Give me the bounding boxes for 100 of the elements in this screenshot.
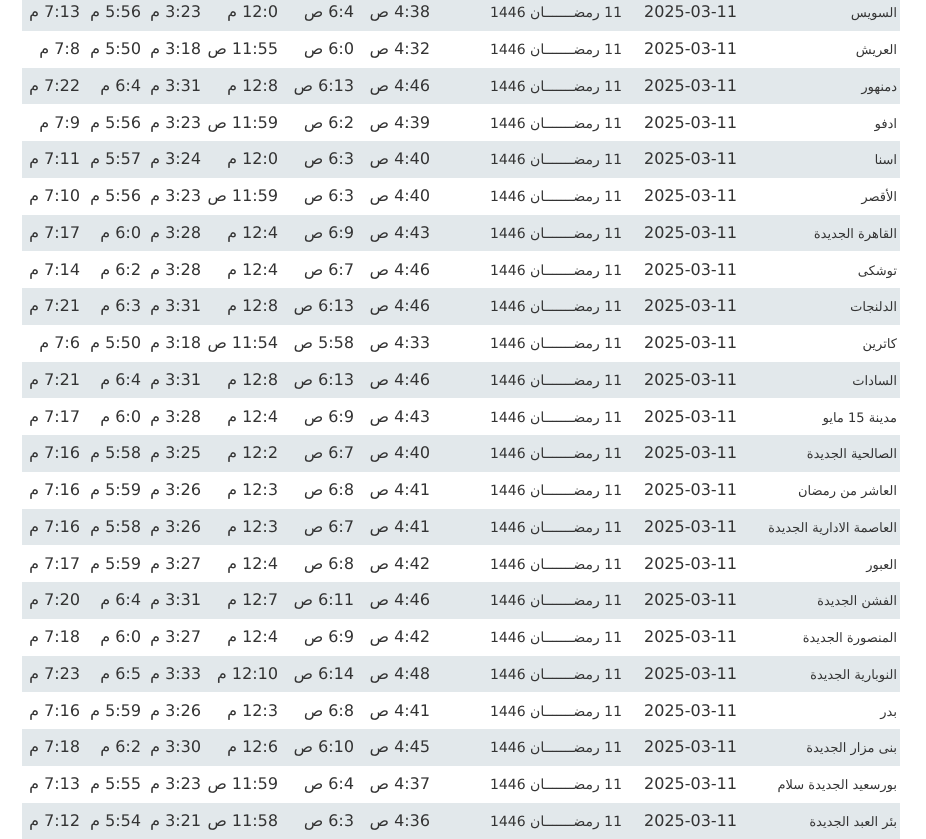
table-cell: 4:46 ص (370, 260, 430, 279)
table-cell: 11 رمضـــــــان 1446 (490, 704, 622, 720)
table-cell: المنصورة الجديدة (802, 631, 897, 646)
table-cell: 7:22 م (29, 76, 80, 95)
table-cell: 7:16 م (29, 700, 80, 720)
table-cell: 6:13 ص (294, 76, 354, 95)
table-cell: العاشر من رمضان (798, 484, 897, 500)
table-cell: 3:31 م (150, 590, 201, 610)
table-cell: 5:59 م (90, 700, 141, 720)
table-cell: 6:4 ص (304, 2, 354, 22)
table-cell: 4:39 ص (370, 112, 430, 132)
table-cell: 2025-03-11 (644, 590, 737, 610)
table-cell: 11:54 ص (207, 333, 278, 352)
table-cell: 6:5 م (100, 664, 141, 683)
table-cell: 4:37 ص (370, 774, 430, 794)
table-cell: 5:59 م (90, 480, 141, 500)
table-cell: 4:42 ص (370, 554, 430, 573)
table-cell: 7:23 م (29, 664, 80, 683)
table-cell: 5:58 ص (294, 333, 354, 352)
table-cell: النوبارية الجديدة (810, 668, 897, 683)
table-cell: 7:16 م (29, 443, 80, 462)
table-cell: 11:55 ص (207, 39, 278, 58)
table-cell: 4:41 ص (370, 516, 430, 536)
table-cell: 12:3 م (227, 700, 278, 720)
table-cell: 3:23 م (150, 186, 201, 206)
table-cell: 12:4 م (227, 554, 278, 573)
table-cell: 3:26 م (150, 700, 201, 720)
table-cell: 11 رمضـــــــان 1446 (490, 593, 622, 610)
table-cell: 12:0 م (227, 149, 278, 168)
table-cell: 3:23 م (150, 2, 201, 22)
table-cell: 6:13 ص (294, 370, 354, 389)
table-cell: 4:40 ص (370, 186, 430, 206)
table-cell: 3:24 م (150, 149, 201, 168)
table-cell: 6:10 ص (294, 737, 354, 756)
table-cell: 5:50 م (90, 333, 141, 352)
table-cell: 2025-03-11 (644, 516, 737, 536)
table-cell: 2025-03-11 (644, 443, 737, 462)
table-cell: 6:7 ص (304, 260, 354, 279)
table-cell: 4:33 ص (370, 333, 430, 352)
table-cell: بنى مزار الجديدة (806, 741, 897, 756)
table-cell: 5:58 م (90, 516, 141, 536)
table-cell: 11:59 ص (207, 112, 278, 132)
table-cell: 3:23 م (150, 774, 201, 794)
table-cell: 6:8 ص (304, 554, 354, 573)
table-cell: الدلنجات (850, 300, 897, 316)
table-cell: 6:7 ص (304, 516, 354, 536)
table-cell: 12:10 م (216, 664, 278, 683)
table-cell: 2025-03-11 (644, 186, 737, 206)
table-cell: 4:41 ص (370, 480, 430, 500)
table-cell: 2025-03-11 (644, 76, 737, 95)
table-cell: دمنهور (861, 80, 897, 95)
table-cell: القاهرة الجديدة (814, 226, 897, 242)
table-cell: 3:18 م (150, 39, 201, 58)
table-cell: 12:4 م (227, 406, 278, 426)
table-cell: 2025-03-11 (644, 406, 737, 426)
table-cell: 11 رمضـــــــان 1446 (490, 666, 622, 683)
table-cell: 5:57 م (90, 149, 141, 168)
table-cell: 12:3 م (227, 516, 278, 536)
table-cell: 6:14 ص (294, 664, 354, 683)
table-cell: 11 رمضـــــــان 1446 (490, 189, 622, 206)
table-cell: 3:25 م (150, 443, 201, 462)
table-cell: 4:36 ص (370, 810, 430, 830)
table-cell: 4:43 ص (370, 406, 430, 426)
table-cell: 7:21 م (29, 370, 80, 389)
table-cell: 3:26 م (150, 516, 201, 536)
table-cell: 6:3 ص (304, 149, 354, 168)
table-cell: 12:4 م (227, 222, 278, 242)
table-cell: 7:17 م (29, 554, 80, 573)
table-cell: 7:6 م (39, 333, 80, 352)
table-cell: 3:31 م (150, 76, 201, 95)
table-cell: 2025-03-11 (644, 112, 737, 132)
table-cell: 3:28 م (150, 260, 201, 279)
table-cell: 6:8 ص (304, 480, 354, 500)
table-cell: 2025-03-11 (644, 480, 737, 500)
table-cell: مدينة 15 مايو (822, 410, 897, 426)
table-cell: 4:46 ص (370, 590, 430, 610)
table-cell: 7:17 م (29, 406, 80, 426)
table-cell: 7:9 م (39, 112, 80, 132)
table-cell: 3:31 م (150, 296, 201, 316)
table-cell: 2025-03-11 (644, 627, 737, 646)
table-cell: 7:18 م (29, 627, 80, 646)
table-cell: 3:18 م (150, 333, 201, 352)
table-cell: 7:18 م (29, 737, 80, 756)
table-cell: 11 رمضـــــــان 1446 (490, 777, 622, 794)
table-cell: بئر العبد الجديدة (809, 814, 897, 830)
table-cell: 12:4 م (227, 260, 278, 279)
table-cell: 7:17 م (29, 222, 80, 242)
table-cell: 6:3 م (100, 296, 141, 316)
table-cell: 11:59 ص (207, 186, 278, 206)
table-cell: اسنا (874, 153, 897, 168)
table-cell: 3:21 م (150, 810, 201, 830)
table-cell: 5:50 م (90, 39, 141, 58)
table-cell: بورسعيد الجديدة سلام (777, 778, 897, 794)
table-cell: 6:2 م (100, 737, 141, 756)
table-cell: 6:11 ص (294, 590, 354, 610)
table-cell: 4:32 ص (370, 39, 430, 58)
table-cell: 2025-03-11 (644, 370, 737, 389)
table-cell: 4:40 ص (370, 443, 430, 462)
table-cell: العريش (856, 43, 897, 58)
table-cell: 2025-03-11 (644, 664, 737, 683)
